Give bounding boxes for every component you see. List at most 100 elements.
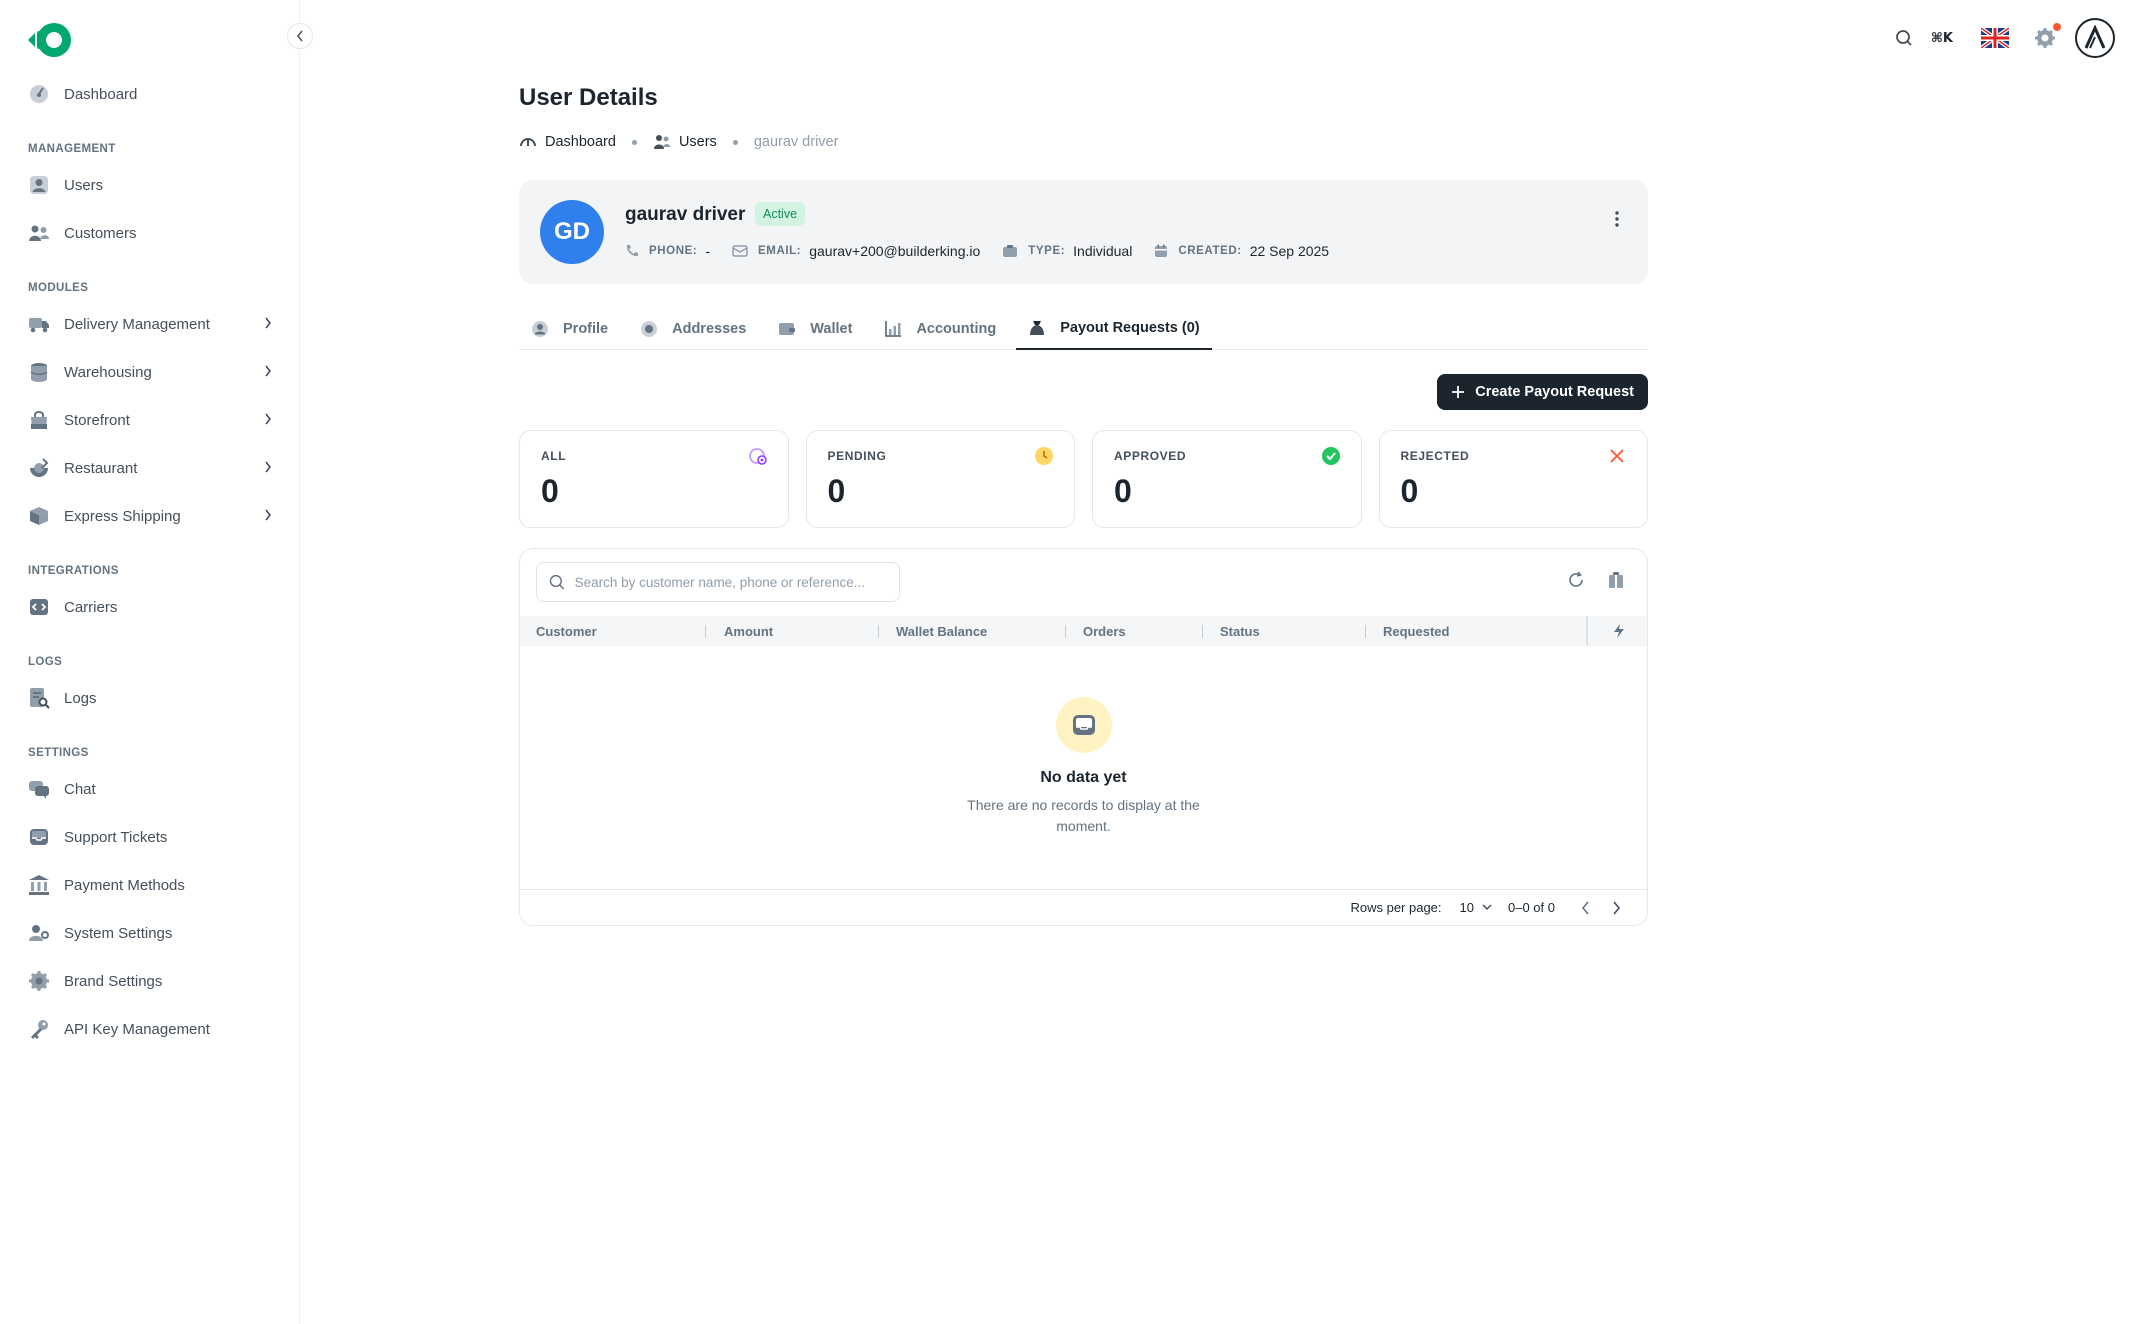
stat-label: PENDING — [827, 449, 887, 463]
close-icon — [1610, 449, 1624, 463]
lightning-icon[interactable] — [1612, 623, 1626, 639]
breadcrumb-separator — [631, 139, 637, 145]
document-search-icon — [30, 688, 50, 709]
sidebar-item-logs[interactable]: Logs — [0, 674, 300, 722]
meta-value: 22 Sep 2025 — [1249, 243, 1330, 259]
sidebar-item-label: Chat — [64, 780, 96, 798]
app-logo[interactable] — [26, 18, 76, 62]
sidebar-item-restaurant[interactable]: Restaurant — [0, 444, 300, 492]
sidebar-item-label: Delivery Management — [64, 315, 210, 333]
sidebar-item-support-tickets[interactable]: Support Tickets — [0, 813, 300, 861]
stat-value: 0 — [827, 473, 846, 509]
sidebar-item-system-settings[interactable]: System Settings — [0, 909, 300, 957]
warehouse-icon — [30, 363, 48, 382]
create-payout-request-button[interactable]: Create Payout Request — [1437, 374, 1648, 410]
chevron-right-icon — [265, 509, 272, 521]
meta-label: TYPE: — [1028, 245, 1066, 257]
search-input[interactable] — [574, 574, 887, 590]
sidebar-item-payment-methods[interactable]: Payment Methods — [0, 861, 300, 909]
rows-per-page-select[interactable]: 10 — [1460, 900, 1492, 915]
tab-label: Profile — [563, 321, 609, 337]
sidebar-item-brand-settings[interactable]: Brand Settings — [0, 957, 300, 1005]
table-actions — [1567, 571, 1625, 589]
tab-profile[interactable]: Profile — [519, 308, 620, 350]
status-badge: Active — [755, 202, 806, 226]
tab-label: Wallet — [810, 321, 853, 337]
sidebar-item-label: Express Shipping — [64, 507, 181, 525]
column-header-orders[interactable]: Orders — [1083, 616, 1126, 646]
sidebar-item-customers[interactable]: Customers — [0, 209, 300, 257]
chart-icon — [885, 321, 902, 337]
type-icon — [1003, 245, 1018, 257]
stat-card-approved[interactable]: APPROVED 0 — [1092, 430, 1362, 528]
sidebar-item-users[interactable]: Users — [0, 161, 300, 209]
meta-phone: PHONE: - — [625, 243, 710, 259]
sidebar-item-label: Warehousing — [64, 363, 152, 381]
search-icon[interactable] — [1895, 29, 1913, 47]
meta-email: EMAIL: gaurav+200@builderking.io — [732, 243, 980, 259]
inbox-icon — [30, 829, 48, 845]
previous-page-icon[interactable] — [1581, 900, 1590, 915]
wallet-icon — [779, 323, 796, 335]
chevron-right-icon — [265, 461, 272, 473]
table-pagination: Rows per page: 10 0–0 of 0 — [520, 889, 1647, 925]
meta-label: PHONE: — [649, 245, 698, 257]
stat-label: ALL — [541, 449, 567, 463]
payout-stats: ALL 0 PENDING 0 APPROVED 0 REJECTED 0 — [519, 430, 1648, 528]
stat-value: 0 — [541, 473, 559, 509]
column-header-status[interactable]: Status — [1220, 616, 1260, 646]
dashboard-icon — [520, 138, 536, 147]
column-separator — [1202, 625, 1203, 638]
sidebar-item-label: Customers — [64, 224, 137, 242]
nav-section-logs: LOGS — [28, 656, 63, 668]
empty-state: No data yet There are no records to disp… — [520, 697, 1647, 837]
restaurant-icon — [30, 458, 49, 477]
search-box — [536, 562, 900, 602]
tab-payout-requests[interactable]: Payout Requests (0) — [1016, 308, 1212, 350]
meta-label: EMAIL: — [758, 245, 802, 257]
columns-icon[interactable] — [1607, 571, 1625, 589]
sidebar-item-chat[interactable]: Chat — [0, 765, 300, 813]
account-avatar[interactable] — [2075, 18, 2115, 58]
column-header-requested[interactable]: Requested — [1383, 616, 1449, 646]
refresh-icon[interactable] — [1567, 571, 1585, 589]
tab-wallet[interactable]: Wallet — [766, 308, 864, 350]
sidebar-item-storefront[interactable]: Storefront — [0, 396, 300, 444]
sidebar-item-carriers[interactable]: Carriers — [0, 583, 300, 631]
sidebar-item-express-shipping[interactable]: Express Shipping — [0, 492, 300, 540]
column-header-wallet-balance[interactable]: Wallet Balance — [896, 616, 987, 646]
stack-icon — [748, 448, 767, 465]
actions-column-divider — [1586, 616, 1588, 646]
more-vertical-icon — [1615, 211, 1619, 227]
notification-dot — [2053, 23, 2061, 31]
dashboard-icon — [30, 85, 48, 103]
breadcrumb-dashboard[interactable]: Dashboard — [519, 133, 616, 151]
sidebar-item-dashboard[interactable]: Dashboard — [0, 70, 300, 118]
sidebar-item-api-key-management[interactable]: API Key Management — [0, 1005, 300, 1053]
pagination-controls — [1581, 900, 1621, 915]
nav-section-management: MANAGEMENT — [28, 143, 116, 155]
breadcrumb-users[interactable]: Users — [653, 133, 717, 151]
stat-card-pending[interactable]: PENDING 0 — [805, 430, 1075, 528]
stat-card-all[interactable]: ALL 0 — [519, 430, 789, 528]
column-header-customer[interactable]: Customer — [536, 616, 597, 646]
more-options-button[interactable] — [1614, 210, 1620, 233]
user-summary-card: GD gaurav driver Active PHONE: - EMAIL: … — [519, 180, 1648, 284]
check-circle-icon — [1321, 447, 1340, 465]
sidebar-item-delivery-management[interactable]: Delivery Management — [0, 300, 300, 348]
tab-accounting[interactable]: Accounting — [872, 308, 1008, 350]
next-page-icon[interactable] — [1612, 900, 1621, 915]
nav-section-settings: SETTINGS — [28, 747, 89, 759]
user-avatar: GD — [540, 200, 604, 264]
user-icon — [30, 176, 48, 194]
stat-value: 0 — [1400, 473, 1419, 509]
tab-addresses[interactable]: Addresses — [628, 308, 758, 350]
user-settings-icon — [29, 925, 49, 941]
sidebar-collapse-button[interactable] — [287, 23, 313, 49]
sidebar-item-warehousing[interactable]: Warehousing — [0, 348, 300, 396]
stat-card-rejected[interactable]: REJECTED 0 — [1378, 430, 1648, 528]
column-separator — [705, 625, 706, 638]
uk-flag-icon[interactable] — [1981, 28, 2009, 48]
settings-button[interactable] — [2033, 23, 2061, 50]
column-header-amount[interactable]: Amount — [724, 616, 773, 646]
